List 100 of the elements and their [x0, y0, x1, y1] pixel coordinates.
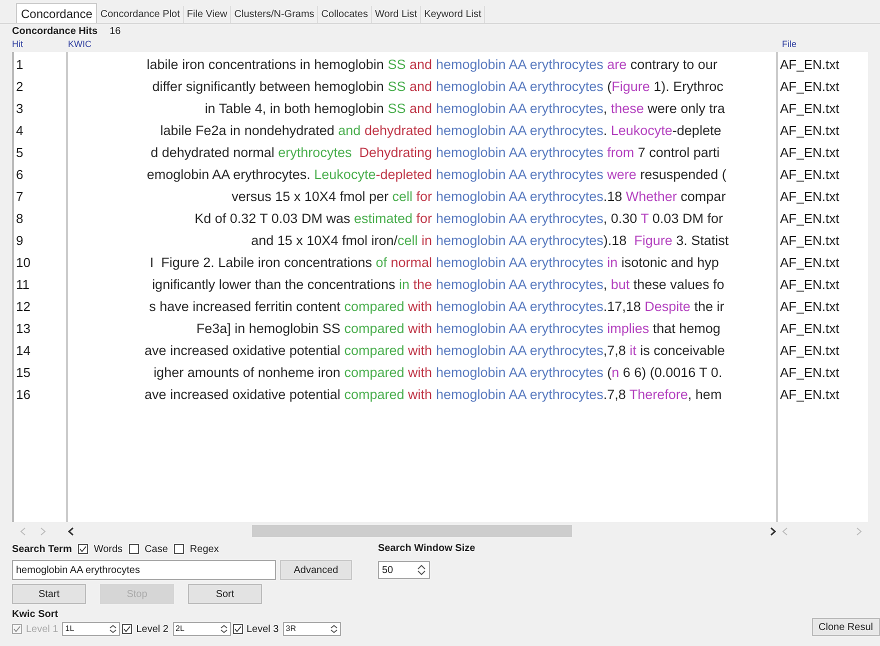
- keyword: hemoglobin AA erythrocytes: [435, 342, 604, 360]
- tab[interactable]: Clusters/N-Grams: [231, 6, 318, 23]
- tab[interactable]: Keyword List: [421, 6, 486, 23]
- scrollbar-thumb[interactable]: [252, 525, 572, 537]
- right-context: (n 6 6) (0.0016 T 0.: [606, 364, 724, 382]
- left-context: I Figure 2. Labile iron concentrations of normal: [148, 254, 432, 272]
- left-context: ave increased oxidative potential compared with: [144, 342, 432, 360]
- hit-number: 15: [15, 364, 32, 382]
- file-name: AF_EN.txt: [779, 56, 840, 74]
- left-context: in Table 4, in both hemoglobin SS and: [204, 100, 432, 118]
- window-size-spinner[interactable]: 50: [378, 561, 430, 579]
- hit-number: 2: [15, 78, 24, 96]
- window-size-label: Search Window Size: [378, 542, 476, 556]
- spinner-arrows-icon[interactable]: [417, 564, 426, 576]
- left-context: emoglobin AA erythrocytes. Leukocyte-depleted: [146, 166, 432, 184]
- search-field[interactable]: hemoglobin AA erythrocytes: [12, 560, 276, 580]
- hit-number: 8: [15, 210, 24, 228]
- keyword: hemoglobin AA erythrocytes: [435, 188, 604, 206]
- hit-number: 1: [15, 56, 24, 74]
- action-button[interactable]: Start: [12, 584, 86, 604]
- file-name: AF_EN.txt: [779, 188, 840, 206]
- keyword: hemoglobin AA erythrocytes: [435, 78, 604, 96]
- file-name: AF_EN.txt: [779, 122, 840, 140]
- left-context: labile Fe2a in nondehydrated and dehydrated: [159, 122, 432, 140]
- checkbox[interactable]: [122, 624, 132, 634]
- file-name: AF_EN.txt: [779, 166, 840, 184]
- left-context: differ significantly between hemoglobin SS and: [151, 78, 432, 96]
- left-context: and 15 x 10X4 fmol iron/cell in: [250, 232, 432, 250]
- checkbox[interactable]: [78, 544, 88, 554]
- tab[interactable]: Collocates: [318, 6, 372, 23]
- checkbox[interactable]: [232, 624, 242, 634]
- left-context: s have increased ferritin content compared with: [148, 298, 432, 316]
- keyword: hemoglobin AA erythrocytes: [435, 298, 604, 316]
- right-context: , 0.30 T 0.03 DM for: [603, 210, 724, 228]
- clone-results-button[interactable]: Clone Resul: [812, 618, 880, 636]
- keyword: hemoglobin AA erythrocytes: [435, 276, 604, 294]
- level-label: Level 3: [246, 622, 279, 636]
- hit-number: 13: [15, 320, 32, 338]
- keyword: hemoglobin AA erythrocytes: [435, 166, 604, 184]
- spinner-arrows-icon[interactable]: [330, 624, 338, 634]
- level-label: Level 1: [26, 622, 58, 636]
- spinner-arrows-icon[interactable]: [109, 624, 118, 634]
- search-term-label: Search Term: [12, 542, 72, 556]
- action-button[interactable]: Sort: [188, 584, 262, 604]
- keyword: hemoglobin AA erythrocytes: [435, 100, 604, 118]
- left-context: ave increased oxidative potential compared with: [144, 386, 432, 404]
- checkbox-label: Case: [144, 542, 168, 556]
- tab[interactable]: Concordance: [16, 3, 98, 23]
- level-spinner[interactable]: 3R: [282, 622, 341, 636]
- left-context: igher amounts of nonheme iron compared with: [152, 364, 432, 382]
- spinner-arrows-icon[interactable]: [220, 624, 228, 634]
- file-name: AF_EN.txt: [779, 232, 840, 250]
- file-name: AF_EN.txt: [779, 100, 840, 118]
- file-name: AF_EN.txt: [779, 254, 840, 272]
- right-context: ).18 Figure 3. Statist: [603, 232, 730, 250]
- keyword: hemoglobin AA erythrocytes: [435, 364, 604, 382]
- keyword: hemoglobin AA erythrocytes: [435, 122, 604, 140]
- level-label: Level 2: [136, 622, 168, 636]
- left-context: Fe3a] in hemoglobin SS compared with: [195, 320, 432, 338]
- file-name: AF_EN.txt: [779, 342, 840, 360]
- column-header[interactable]: KWIC: [68, 38, 778, 52]
- keyword: hemoglobin AA erythrocytes: [435, 210, 604, 228]
- column-header[interactable]: File: [778, 38, 797, 52]
- checkbox-label: Words: [94, 542, 123, 556]
- right-context: , but these values fo: [603, 276, 726, 294]
- file-name: AF_EN.txt: [779, 210, 840, 228]
- file-name: AF_EN.txt: [779, 144, 840, 162]
- tab[interactable]: File View: [184, 6, 232, 23]
- hit-number: 11: [15, 276, 30, 294]
- checkbox[interactable]: [128, 544, 139, 554]
- keyword: hemoglobin AA erythrocytes: [435, 254, 604, 272]
- column-header[interactable]: Hit: [0, 38, 68, 52]
- scroll-right-icon[interactable]: [770, 526, 776, 536]
- right-context: implies that hemog: [606, 320, 722, 338]
- left-context: versus 15 x 10X4 fmol per cell for: [230, 188, 432, 206]
- kwic-sort-label: Kwic Sort: [12, 608, 60, 619]
- hits-label: Concordance Hits: [12, 24, 98, 38]
- left-context: labile iron concentrations in hemoglobin SS and: [146, 56, 432, 74]
- advanced-button[interactable]: Advanced: [280, 560, 352, 580]
- right-context: were resuspended (: [606, 166, 728, 184]
- right-context: ,7,8 it is conceivable: [603, 342, 726, 360]
- tab[interactable]: Concordance Plot: [97, 6, 184, 23]
- hit-number: 7: [15, 188, 24, 206]
- file-name: AF_EN.txt: [779, 386, 840, 404]
- right-context: .17,18 Despite the ir: [603, 298, 726, 316]
- hit-number: 6: [15, 166, 24, 184]
- tab[interactable]: Word List: [372, 6, 422, 23]
- keyword: hemoglobin AA erythrocytes: [435, 144, 604, 162]
- file-name: AF_EN.txt: [779, 78, 840, 96]
- keyword: hemoglobin AA erythrocytes: [435, 56, 604, 74]
- right-context: in isotonic and hyp: [606, 254, 720, 272]
- keyword: hemoglobin AA erythrocytes: [435, 320, 604, 338]
- checkbox[interactable]: [174, 544, 184, 554]
- keyword: hemoglobin AA erythrocytes: [435, 386, 604, 404]
- right-context: are contrary to our: [606, 56, 718, 74]
- level-spinner[interactable]: 2L: [172, 622, 230, 636]
- hit-number: 3: [15, 100, 24, 118]
- hit-number: 14: [15, 342, 32, 360]
- scroll-left-icon[interactable]: [68, 526, 74, 536]
- hit-number: 16: [15, 386, 32, 404]
